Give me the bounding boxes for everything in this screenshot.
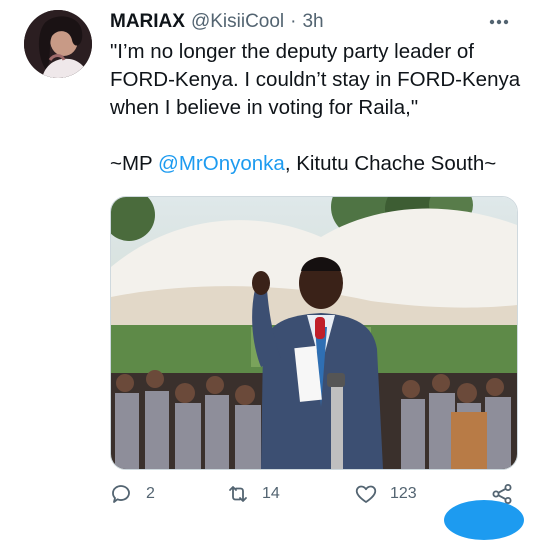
reply-icon <box>112 485 130 503</box>
tweet-text: "I’m no longer the deputy party leader o… <box>110 38 530 178</box>
avatar[interactable] <box>24 10 92 78</box>
heart-icon <box>355 485 377 503</box>
tweet-quote: "I’m no longer the deputy party leader o… <box>110 40 521 119</box>
tweet-photo[interactable] <box>110 196 518 470</box>
display-name[interactable]: MARIAX <box>110 11 185 33</box>
attribution-suffix: , Kitutu Chache South~ <box>284 152 497 175</box>
like-button[interactable]: 123 <box>354 482 417 506</box>
retweet-button[interactable]: 14 <box>226 482 280 506</box>
separator-dot: · <box>290 11 297 32</box>
timestamp[interactable]: 3h <box>302 11 323 33</box>
tweet-header: MARIAX @KisiiCool · 3h <box>110 10 520 34</box>
attribution-prefix: ~MP <box>110 152 159 175</box>
retweet-icon <box>229 486 247 502</box>
more-options-button[interactable] <box>484 10 514 34</box>
compose-fab-partial[interactable] <box>444 500 524 540</box>
like-count: 123 <box>390 485 417 502</box>
more-horizontal-icon <box>489 19 509 25</box>
avatar-image <box>24 10 92 78</box>
retweet-count: 14 <box>262 485 280 502</box>
photo-speaker-at-rally <box>111 197 517 469</box>
mention-link[interactable]: @MrOnyonka <box>158 152 285 175</box>
reply-button[interactable]: 2 <box>110 482 155 506</box>
user-handle[interactable]: @KisiiCool <box>191 11 284 33</box>
tweet-attribution: ~MP @MrOnyonka, Kitutu Chache South~ <box>110 150 530 178</box>
reply-count: 2 <box>146 485 155 502</box>
